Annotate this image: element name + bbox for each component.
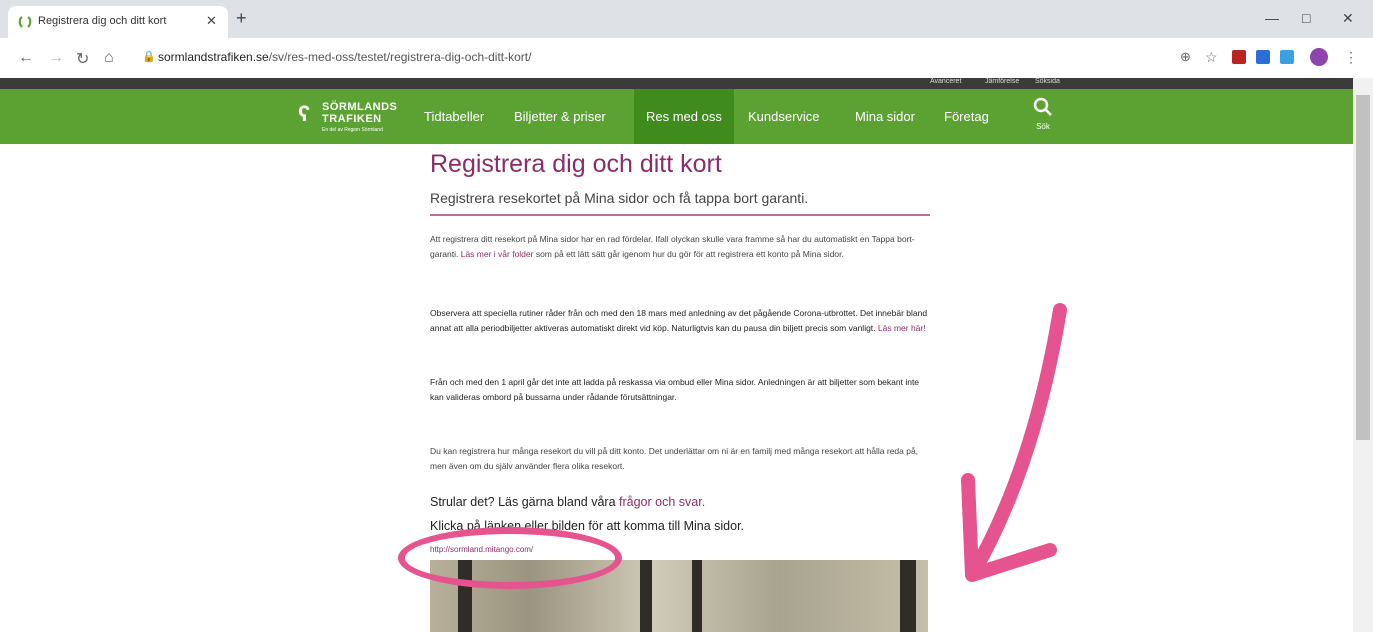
search-label: Sök <box>1036 122 1050 131</box>
logo-line1: SÖRMLANDS <box>322 101 398 113</box>
pdf-extension-icon[interactable] <box>1232 50 1246 64</box>
intro-paragraph: Att registrera ditt resekort på Mina sid… <box>430 234 915 259</box>
nav-kundservice[interactable]: Kundservice <box>748 89 820 144</box>
bookmark-star-icon[interactable]: ☆ <box>1205 49 1218 66</box>
page-title: Registrera dig och ditt kort <box>430 150 722 178</box>
nav-res-med-oss[interactable]: Res med oss <box>634 89 734 144</box>
site-navigation: ʕ SÖRMLANDS TRAFIKEN En del av Region Sö… <box>0 89 1353 144</box>
reload-icon[interactable]: ↻ <box>76 49 89 69</box>
scrollbar-thumb[interactable] <box>1356 95 1370 440</box>
browser-toolbar: ← → ↻ ⌂ 🔒 sormlandstrafiken.se/sv/res-me… <box>0 38 1373 79</box>
close-window-icon[interactable]: ✕ <box>1342 10 1354 27</box>
windows-extension-icon[interactable] <box>1280 50 1294 64</box>
sormlandstrafiken-favicon <box>18 16 32 28</box>
logo-tagline: En del av Region Sörmland <box>322 127 383 133</box>
nav-tidtabeller[interactable]: Tidtabeller <box>424 89 484 144</box>
back-icon[interactable]: ← <box>18 49 34 67</box>
title-divider <box>430 214 930 216</box>
nav-foretag[interactable]: Företag <box>944 89 989 144</box>
annotation-arrow-icon <box>961 303 1067 582</box>
tab-title: Registrera dig och ditt kort <box>38 15 167 27</box>
nav-biljetter[interactable]: Biljetter & priser <box>514 89 606 144</box>
folder-link[interactable]: Läs mer i vår folder <box>461 249 534 259</box>
logo-line2: TRAFIKEN <box>322 113 382 125</box>
top-link-2[interactable]: Jämförelse <box>985 78 1019 85</box>
search-button[interactable]: Sök <box>1033 97 1053 131</box>
browser-tab[interactable]: Registrera dig och ditt kort ✕ <box>8 6 228 38</box>
browser-tab-bar: Registrera dig och ditt kort ✕ + — □ ✕ <box>0 0 1373 38</box>
page-subtitle: Registrera resekortet på Mina sidor och … <box>430 190 809 206</box>
search-icon <box>1033 97 1052 116</box>
maximize-icon[interactable]: □ <box>1302 10 1310 26</box>
faq-heading: Strular det? Läs gärna bland våra frågor… <box>430 495 706 509</box>
tree-trunk <box>640 560 652 632</box>
annotation-circle <box>398 527 622 589</box>
url-text: sormlandstrafiken.se/sv/res-med-oss/test… <box>158 50 532 64</box>
menu-icon[interactable]: ⋮ <box>1344 49 1358 66</box>
home-icon[interactable]: ⌂ <box>104 49 114 67</box>
minimize-icon[interactable]: — <box>1265 10 1279 26</box>
nav-mina-sidor[interactable]: Mina sidor <box>855 89 915 144</box>
multiple-cards-paragraph: Du kan registrera hur många resekort du … <box>430 446 919 471</box>
faq-link[interactable]: frågor och svar. <box>619 495 705 509</box>
april-notice-paragraph: Från och med den 1 april går det inte at… <box>430 377 920 402</box>
tree-trunk <box>900 560 916 632</box>
address-bar[interactable]: 🔒 sormlandstrafiken.se/sv/res-med-oss/te… <box>138 44 1278 71</box>
tree-trunk <box>692 560 702 632</box>
profile-avatar[interactable] <box>1310 48 1328 66</box>
top-link-3[interactable]: Söksida <box>1035 78 1060 85</box>
corona-notice-paragraph: Observera att speciella rutiner råder fr… <box>430 308 928 333</box>
extension-icon[interactable] <box>1256 50 1270 64</box>
forward-icon[interactable]: → <box>48 49 64 67</box>
new-tab-icon[interactable]: + <box>236 9 247 27</box>
top-link-1[interactable]: Avanceret <box>930 78 961 85</box>
logo-symbol-icon: ʕ <box>298 101 311 126</box>
zoom-icon[interactable]: ⊕ <box>1180 49 1191 65</box>
close-tab-icon[interactable]: ✕ <box>206 13 217 29</box>
utility-links-bar: Avanceret Jämförelse Söksida <box>0 78 1353 89</box>
lock-icon: 🔒 <box>142 51 156 63</box>
read-more-link[interactable]: Läs mer här! <box>878 323 926 333</box>
